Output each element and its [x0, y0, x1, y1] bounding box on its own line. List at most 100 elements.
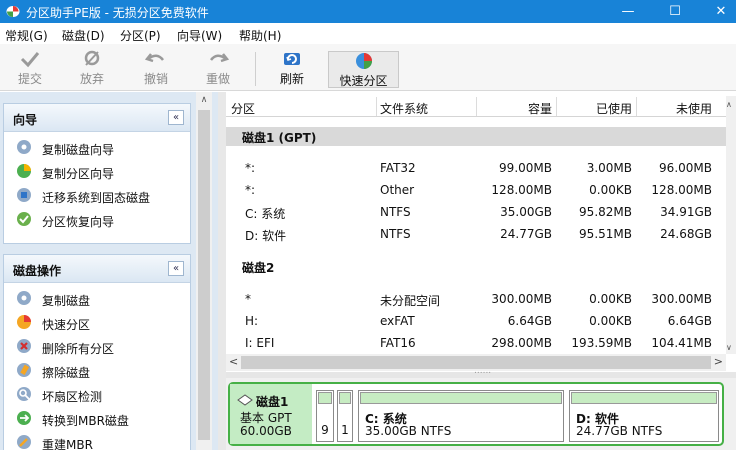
toolbar-divider	[255, 52, 256, 86]
table-row[interactable]: C: 系统 NTFS 35.00GB 95.82MB 34.91GB	[226, 201, 726, 223]
disk2-header[interactable]: 磁盘2	[226, 257, 726, 276]
disk-ops-title: 磁盘操作	[13, 264, 62, 278]
col-filesystem[interactable]: 文件系统	[380, 100, 428, 117]
migrate-os-icon	[17, 188, 31, 202]
menu-partition[interactable]: 分区(P)	[120, 27, 161, 44]
cell-used: 3.00MB	[586, 161, 632, 175]
menu-disk[interactable]: 磁盘(D)	[62, 27, 105, 44]
disk-op-convert-mbr[interactable]: 转换到MBR磁盘	[4, 407, 190, 431]
discard-label: 放弃	[79, 72, 104, 86]
wizard-item-copy-disk[interactable]: 复制磁盘向导	[4, 136, 190, 160]
disk-op-copy-disk[interactable]: 复制磁盘	[4, 287, 190, 311]
cell-capacity: 298.00MB	[491, 336, 552, 350]
menu-wizard[interactable]: 向导(W)	[177, 27, 222, 44]
redo-icon	[210, 53, 229, 63]
panel-splitter[interactable]	[218, 92, 226, 450]
cell-partition: C: 系统	[245, 207, 286, 221]
disk-op-label: 坏扇区检测	[42, 390, 103, 404]
disk-op-label: 擦除磁盘	[42, 366, 91, 380]
cell-free: 24.68GB	[660, 227, 712, 241]
col-capacity[interactable]: 容量	[528, 100, 552, 117]
undo-button[interactable]: 撤销	[136, 48, 176, 88]
partition-block-d[interactable]: D: 软件 24.77GB NTFS	[569, 390, 719, 442]
disk-op-bad-sector[interactable]: 坏扇区检测	[4, 383, 190, 407]
quick-partition-small-icon	[17, 315, 31, 329]
table-row[interactable]: *: FAT32 99.00MB 3.00MB 96.00MB	[226, 157, 726, 179]
partition-block-small[interactable]: 9	[316, 390, 334, 442]
cell-free: 6.64GB	[667, 314, 712, 328]
disk-op-quick-partition[interactable]: 快速分区	[4, 311, 190, 335]
scroll-left-arrow[interactable]: <	[229, 355, 238, 368]
table-row[interactable]: * 未分配空间 300.00MB 0.00KB 300.00MB	[226, 288, 726, 310]
delete-icon	[17, 339, 31, 353]
menu-general[interactable]: 常规(G)	[5, 27, 48, 44]
cell-used: 95.51MB	[579, 227, 632, 241]
close-button[interactable]: ✕	[698, 0, 736, 23]
column-divider[interactable]	[636, 97, 637, 116]
splitter-grip: ......	[474, 366, 492, 376]
scrollbar-thumb[interactable]	[198, 110, 210, 440]
cell-filesystem: Other	[380, 183, 415, 197]
table-vertical-scrollbar[interactable]: ∧ ∨	[726, 96, 736, 354]
wizard-item-copy-partition[interactable]: 复制分区向导	[4, 160, 190, 184]
table-row[interactable]: D: 软件 NTFS 24.77GB 95.51MB 24.68GB	[226, 223, 726, 245]
table-header: 分区 文件系统 容量 已使用 未使用	[226, 97, 726, 117]
cell-used: 0.00KB	[589, 183, 632, 197]
cell-free: 104.41MB	[651, 336, 712, 350]
cell-filesystem: 未分配空间	[380, 294, 441, 308]
checkmark-icon	[20, 52, 40, 68]
column-divider[interactable]	[376, 97, 377, 116]
wizard-item-label: 复制分区向导	[42, 167, 115, 181]
refresh-button[interactable]: 刷新	[272, 48, 312, 88]
app-logo-icon	[6, 6, 20, 17]
wizard-collapse-button[interactable]: «	[168, 110, 184, 125]
quick-partition-button[interactable]: 快速分区	[328, 51, 399, 88]
wizard-item-migrate-os[interactable]: 迁移系统到固态磁盘	[4, 184, 190, 208]
cell-free: 34.91GB	[660, 205, 712, 219]
menu-help[interactable]: 帮助(H)	[239, 27, 281, 44]
disk-copy-icon	[17, 140, 31, 154]
col-used[interactable]: 已使用	[596, 100, 632, 117]
disk-op-delete-all[interactable]: 删除所有分区	[4, 335, 190, 359]
disk1-name: 磁盘1 (GPT)	[242, 131, 317, 145]
disk-ops-group: 磁盘操作 « 复制磁盘 快速分区 删除所有分区 擦除磁盘 坏扇区检测 转换到MB…	[3, 254, 191, 450]
scroll-right-arrow[interactable]: >	[714, 355, 723, 368]
column-divider[interactable]	[556, 97, 557, 116]
disk1-header[interactable]: 磁盘1 (GPT)	[226, 127, 726, 146]
disk-op-wipe-disk[interactable]: 擦除磁盘	[4, 359, 190, 383]
scroll-up-arrow[interactable]: ∧	[196, 92, 212, 108]
left-panel-scrollbar[interactable]: ∧	[196, 92, 212, 450]
table-row[interactable]: H: exFAT 6.64GB 0.00KB 6.64GB	[226, 310, 726, 332]
table-row[interactable]: I: EFI FAT16 298.00MB 193.59MB 104.41MB	[226, 332, 726, 354]
scroll-up-arrow[interactable]: ∧	[726, 100, 732, 109]
refresh-icon	[284, 53, 300, 65]
cell-used: 0.00KB	[589, 314, 632, 328]
partition-block-small[interactable]: 1	[337, 390, 353, 442]
redo-button[interactable]: 重做	[198, 48, 238, 88]
partition-block-c[interactable]: C: 系统 35.00GB NTFS	[358, 390, 564, 442]
maximize-button[interactable]: ☐	[652, 0, 698, 23]
discard-button[interactable]: 放弃	[72, 48, 112, 88]
cell-filesystem: NTFS	[380, 205, 411, 219]
wizard-item-partition-recovery[interactable]: 分区恢复向导	[4, 208, 190, 232]
scroll-down-arrow[interactable]: ∨	[726, 343, 732, 352]
submit-button[interactable]: 提交	[10, 48, 50, 88]
cell-capacity: 35.00GB	[500, 205, 552, 219]
disk1-map-name: 磁盘1	[256, 395, 289, 409]
column-divider[interactable]	[476, 97, 477, 116]
minimize-button[interactable]: —	[605, 0, 651, 23]
col-free[interactable]: 未使用	[676, 100, 712, 117]
disk-op-rebuild-mbr[interactable]: 重建MBR	[4, 431, 190, 450]
partition-c-detail: 35.00GB NTFS	[365, 424, 452, 438]
cell-free: 128.00MB	[651, 183, 712, 197]
usage-bar	[571, 392, 717, 404]
disk1-info[interactable]: 磁盘1 基本 GPT 60.00GB	[230, 384, 312, 444]
disk1-card[interactable]: 磁盘1 基本 GPT 60.00GB 9 1 C: 系统 35.00GB NTF…	[228, 382, 724, 446]
col-partition[interactable]: 分区	[231, 100, 255, 117]
bad-sector-icon	[17, 387, 31, 401]
cell-used: 193.59MB	[571, 336, 632, 350]
disk-ops-collapse-button[interactable]: «	[168, 261, 184, 276]
table-row[interactable]: *: Other 128.00MB 0.00KB 128.00MB	[226, 179, 726, 201]
wizard-group: 向导 « 复制磁盘向导 复制分区向导 迁移系统到固态磁盘 分区恢复向导	[3, 103, 191, 244]
disk-op-label: 复制磁盘	[42, 294, 91, 308]
